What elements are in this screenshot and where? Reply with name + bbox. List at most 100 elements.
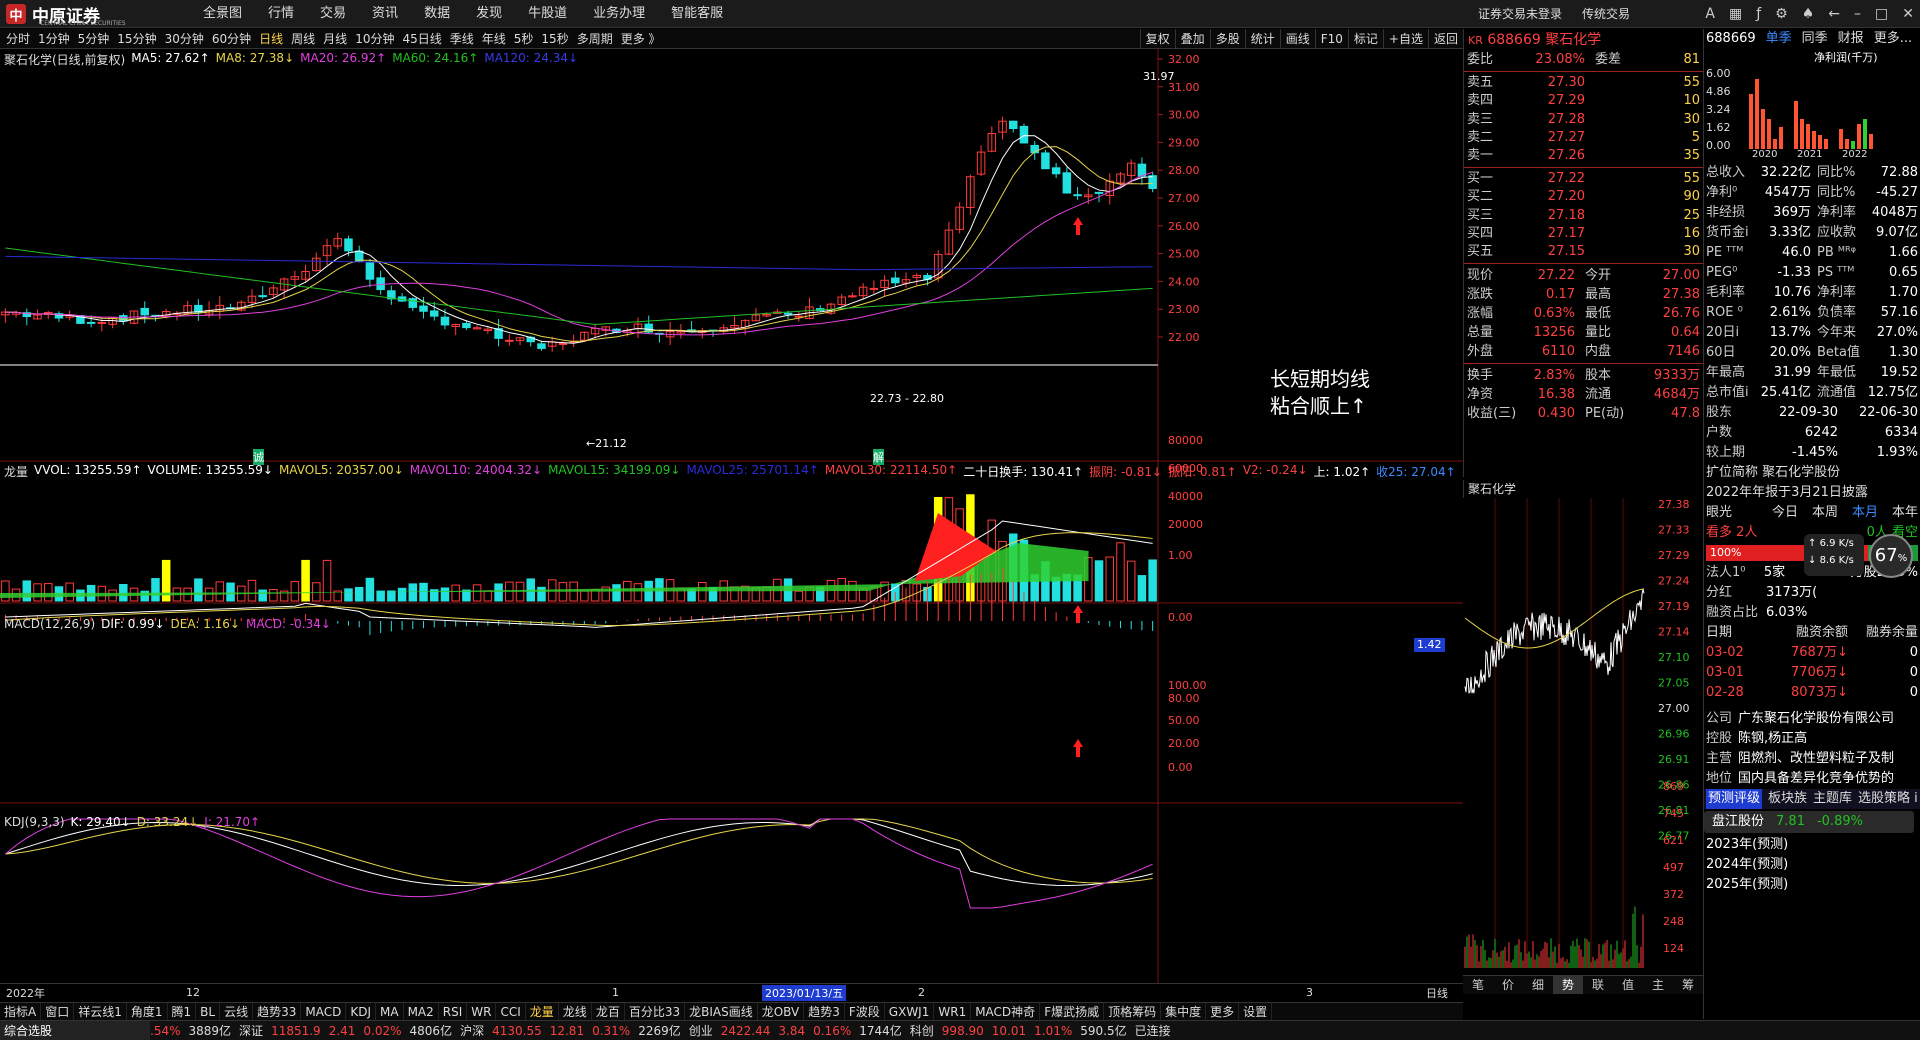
shirt-icon[interactable]: ♠ [1802,0,1815,28]
grid-icon[interactable]: ▦ [1729,0,1742,28]
stock-picker-label[interactable]: 综合选股 [0,1021,150,1040]
period-tab-6[interactable]: 日线 [255,29,287,49]
indicator-tab-29[interactable]: 更多 [1206,1003,1240,1020]
indicator-tab-19[interactable]: 龙BIAS画线 [685,1003,758,1020]
tool-8[interactable]: 返回 [1427,29,1463,49]
period-tab-0[interactable]: 分时 [2,29,34,49]
period-tab-16[interactable]: 更多 》 [617,29,665,49]
indicator-tab-3[interactable]: 角度1 [127,1003,168,1020]
period-tab-2[interactable]: 5分钟 [74,29,114,49]
back-icon[interactable]: ← [1828,0,1840,28]
tab-year[interactable]: 本年 [1892,503,1918,523]
indicator-tab-22[interactable]: F波段 [845,1003,885,1020]
mini-tab-2[interactable]: 细 [1523,976,1553,994]
period-tab-1[interactable]: 1分钟 [34,29,74,49]
tab-today[interactable]: 今日 [1772,503,1798,523]
period-tab-5[interactable]: 60分钟 [208,29,255,49]
menu-item-niugudao[interactable]: 牛股道 [515,0,580,28]
tool-5[interactable]: F10 [1314,29,1348,49]
tab-forecast[interactable]: 预测评级 [1706,789,1763,809]
tab-report[interactable]: 财报 [1838,29,1864,49]
period-tab-12[interactable]: 年线 [478,29,510,49]
forecast-year[interactable]: 2024年(预测) [1704,855,1920,875]
indicator-tab-12[interactable]: RSI [439,1003,468,1020]
mini-tab-3[interactable]: 势 [1553,976,1583,994]
menu-item-trade[interactable]: 交易 [307,0,359,28]
tab-theme[interactable]: 主题库 [1813,789,1852,809]
indicator-tab-2[interactable]: 祥云线1 [74,1003,127,1020]
forecast-year[interactable]: 2025年(预测) [1704,875,1920,895]
indicator-tab-18[interactable]: 百分比33 [625,1003,686,1020]
indicator-tab-20[interactable]: 龙OBV [758,1003,805,1020]
mini-tab-0[interactable]: 笔 [1463,976,1493,994]
tab-more[interactable]: 更多... [1874,29,1912,49]
period-tab-3[interactable]: 15分钟 [113,29,160,49]
indicator-tab-11[interactable]: MA2 [404,1003,439,1020]
mini-tab-4[interactable]: 联 [1583,976,1613,994]
tool-6[interactable]: 标记 [1347,29,1383,49]
minimize-icon[interactable]: – [1854,0,1861,28]
period-tab-8[interactable]: 月线 [319,29,351,49]
indicator-tab-4[interactable]: 腾1 [168,1003,197,1020]
indicator-tab-17[interactable]: 龙百 [592,1003,625,1020]
close-icon[interactable]: ✕ [1902,0,1914,28]
fx-icon[interactable]: ƒ [1756,0,1761,28]
period-tab-15[interactable]: 多周期 [573,29,617,49]
trade-login-link[interactable]: 证券交易未登录 [1478,0,1562,28]
report-row[interactable]: 2022年年报于3月21日披露 [1704,483,1920,503]
indicator-tab-13[interactable]: WR [467,1003,497,1020]
indicator-tab-14[interactable]: CCI [496,1003,526,1020]
intraday-mini-chart[interactable]: 27.38 27.33 27.29 27.24 27.19 27.14 27.10 27.05… [1463,498,1703,975]
mini-tab-5[interactable]: 值 [1613,976,1643,994]
indicator-tab-25[interactable]: MACD神奇 [971,1003,1041,1020]
period-tab-7[interactable]: 周线 [287,29,319,49]
gear-icon[interactable]: ⚙ [1775,0,1788,28]
indicator-tab-1[interactable]: 窗口 [41,1003,75,1020]
indicator-tab-7[interactable]: 趋势33 [253,1003,302,1020]
menu-item-data[interactable]: 数据 [411,0,463,28]
tool-7[interactable]: +自选 [1382,29,1428,49]
indicator-tab-0[interactable]: 指标A [0,1003,42,1020]
indicator-tab-28[interactable]: 集中度 [1161,1003,1207,1020]
indicator-tab-16[interactable]: 龙线 [559,1003,592,1020]
indicator-tab-10[interactable]: MA [376,1003,404,1020]
tool-1[interactable]: 叠加 [1174,29,1210,49]
indicator-tab-21[interactable]: 趋势3 [804,1003,845,1020]
tab-same-quarter[interactable]: 同季 [1802,29,1828,49]
menu-item-service[interactable]: 智能客服 [658,0,736,28]
indicator-tab-24[interactable]: WR1 [934,1003,972,1020]
tab-strategy[interactable]: 选股策略 i [1858,789,1918,809]
indicator-tab-15[interactable]: 龙量 [526,1003,559,1020]
indicator-tab-5[interactable]: BL [196,1003,221,1020]
tool-2[interactable]: 多股 [1209,29,1245,49]
classic-trade-link[interactable]: 传统交易 [1582,0,1630,28]
menu-item-panorama[interactable]: 全景图 [190,0,255,28]
indicator-tab-26[interactable]: F爆武扬威 [1040,1003,1105,1020]
menu-item-business[interactable]: 业务办理 [580,0,658,28]
tab-single-quarter[interactable]: 单季 [1766,29,1792,49]
period-tab-10[interactable]: 45日线 [398,29,445,49]
period-tab-9[interactable]: 10分钟 [351,29,398,49]
chart-area[interactable]: 32.00 3 1.00 30.00 29.00 28.00 27.00 26.00 25.00… [0,49,1463,1002]
tab-sector[interactable]: 板块族 [1768,789,1807,809]
period-tab-11[interactable]: 季线 [446,29,478,49]
indicator-tab-27[interactable]: 顶格筹码 [1104,1003,1162,1020]
tab-month[interactable]: 本月 [1852,503,1878,523]
tool-0[interactable]: 复权 [1139,29,1175,49]
period-tab-4[interactable]: 30分钟 [161,29,208,49]
indicator-tab-8[interactable]: MACD [301,1003,347,1020]
stock-popup[interactable]: 盘江股份 7.81 -0.89% [1704,811,1914,833]
mini-tab-1[interactable]: 价 [1493,976,1523,994]
menu-item-news[interactable]: 资讯 [359,0,411,28]
tab-week[interactable]: 本周 [1812,503,1838,523]
indicator-tab-30[interactable]: 设置 [1239,1003,1273,1020]
tool-4[interactable]: 画线 [1279,29,1315,49]
period-tab-14[interactable]: 15秒 [537,29,572,49]
mini-tab-6[interactable]: 主 [1643,976,1673,994]
font-size-icon[interactable]: A [1705,0,1715,28]
indicator-tab-6[interactable]: 云线 [220,1003,254,1020]
maximize-icon[interactable]: □ [1875,0,1888,28]
period-tab-13[interactable]: 5秒 [510,29,538,49]
indicator-tab-9[interactable]: KDJ [346,1003,377,1020]
forecast-year[interactable]: 2023年(预测) [1704,835,1920,855]
